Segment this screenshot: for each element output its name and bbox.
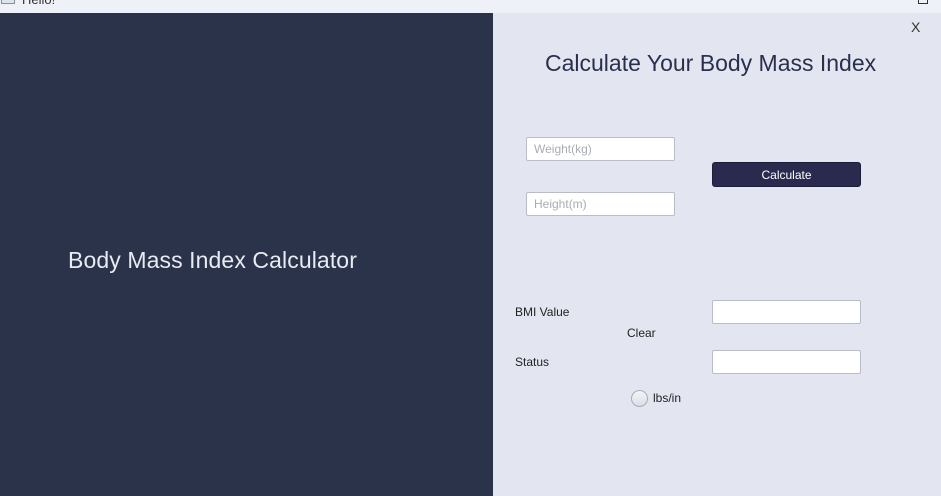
maximize-icon[interactable] [918,0,928,4]
window-title: Hello! [22,0,55,8]
status-field[interactable] [712,350,861,374]
app-icon [1,0,15,4]
bmi-value-field[interactable] [712,300,861,324]
calculate-button[interactable]: Calculate [712,162,861,187]
sidebar-title: Body Mass Index Calculator [68,247,357,273]
page-title: Calculate Your Body Mass Index [545,50,877,76]
window-titlebar: Hello! [0,0,941,13]
weight-input[interactable] [526,137,675,161]
close-button[interactable]: X [911,19,920,35]
status-label: Status [515,355,550,369]
bmi-value-label: BMI Value [515,305,570,319]
clear-button[interactable]: Clear [627,326,656,340]
form-panel: X Calculate Your Body Mass Index Calcula… [493,13,941,496]
height-input[interactable] [526,192,675,216]
unit-radio-button[interactable] [631,390,648,407]
unit-radio-label[interactable]: lbs/in [653,391,681,405]
sidebar-panel: Body Mass Index Calculator [0,13,493,496]
